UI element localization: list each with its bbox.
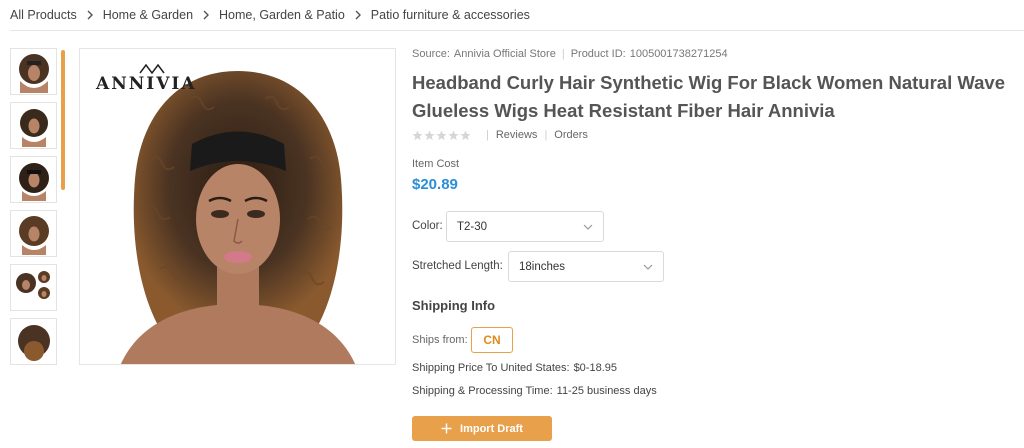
star-icon xyxy=(412,130,423,140)
thumbnail-image[interactable] xyxy=(10,210,57,257)
thumbnail-list xyxy=(10,48,58,372)
ships-from-country-chip[interactable]: CN xyxy=(471,327,513,353)
shipping-time-label: Shipping & Processing Time: xyxy=(412,385,553,397)
chevron-right-icon xyxy=(352,9,364,21)
color-select-value: T2-30 xyxy=(457,220,488,233)
chevron-right-icon xyxy=(200,9,212,21)
brand-logo: ANNIVIA xyxy=(95,74,197,94)
rating-separator: | xyxy=(486,129,489,141)
breadcrumb-divider xyxy=(10,30,1024,31)
rating-stars xyxy=(412,130,471,141)
rating-separator: | xyxy=(544,129,548,141)
star-icon xyxy=(424,130,435,140)
shipping-time-value: 11-25 business days xyxy=(556,385,657,397)
item-cost-label: Item Cost xyxy=(412,158,460,170)
source-store[interactable]: Annivia Official Store xyxy=(454,48,556,60)
reviews-link[interactable]: Reviews xyxy=(496,129,538,141)
meta-separator: | xyxy=(561,48,565,60)
breadcrumb-all-products[interactable]: All Products xyxy=(10,8,77,22)
thumbnail-scrollbar[interactable] xyxy=(61,50,65,190)
orders-link[interactable]: Orders xyxy=(554,129,588,141)
star-icon xyxy=(460,130,471,140)
color-select[interactable]: T2-30 xyxy=(446,211,604,242)
star-icon xyxy=(448,130,459,140)
shipping-price-value: $0-18.95 xyxy=(573,362,617,374)
shipping-price-line: Shipping Price To United States: $0-18.95 xyxy=(412,362,617,374)
thumbnail-image[interactable] xyxy=(10,264,57,311)
shipping-time-line: Shipping & Processing Time: 11-25 busines… xyxy=(412,385,657,397)
chevron-down-icon xyxy=(643,264,653,270)
color-label: Color: xyxy=(412,220,443,232)
breadcrumb-patio-furniture[interactable]: Patio furniture & accessories xyxy=(371,8,530,22)
plus-icon xyxy=(441,423,452,434)
stretched-length-label: Stretched Length: xyxy=(412,260,503,272)
product-id: 1005001738271254 xyxy=(629,48,728,60)
import-draft-button[interactable]: Import Draft xyxy=(412,416,552,441)
thumbnail-image[interactable] xyxy=(10,102,57,149)
length-select[interactable]: 18inches xyxy=(508,251,664,282)
item-price: $20.89 xyxy=(412,176,458,193)
thumbnail-image[interactable] xyxy=(10,48,57,95)
main-product-image: ANNIVIA xyxy=(79,48,396,365)
import-draft-label: Import Draft xyxy=(460,422,523,435)
thumbnail-image[interactable] xyxy=(10,318,57,365)
chevron-down-icon xyxy=(583,224,593,230)
product-id-label: Product ID: xyxy=(570,48,626,60)
length-select-value: 18inches xyxy=(519,260,566,273)
breadcrumb: All Products Home & Garden Home, Garden … xyxy=(10,6,530,24)
product-title: Headband Curly Hair Synthetic Wig For Bl… xyxy=(412,72,1005,121)
product-meta: Source: Annivia Official Store | Product… xyxy=(412,48,728,60)
source-label: Source: xyxy=(412,48,450,60)
shipping-price-label: Shipping Price To United States: xyxy=(412,362,570,374)
wig-photo: ANNIVIA xyxy=(80,49,395,364)
chevron-right-icon xyxy=(84,9,96,21)
thumbnail-image[interactable] xyxy=(10,156,57,203)
breadcrumb-home-garden[interactable]: Home & Garden xyxy=(103,8,193,22)
shipping-info-title: Shipping Info xyxy=(412,298,496,313)
ships-from-label: Ships from: xyxy=(412,334,468,346)
breadcrumb-home-garden-patio[interactable]: Home, Garden & Patio xyxy=(219,8,345,22)
rating-row: | Reviews | Orders xyxy=(412,129,588,141)
star-icon xyxy=(436,130,447,140)
